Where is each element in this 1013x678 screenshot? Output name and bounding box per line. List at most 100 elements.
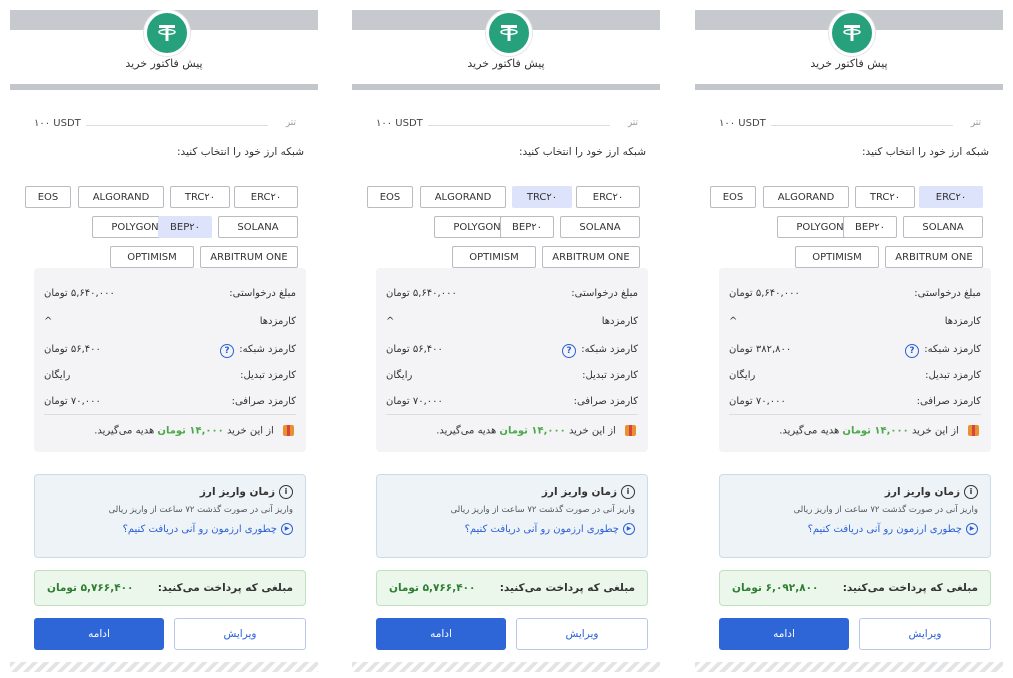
summary-box: مبلغ درخواستی: ۵,۶۴۰,۰۰۰ تومان کارمزدها …	[719, 268, 991, 452]
help-icon[interactable]: ?	[220, 344, 234, 358]
exchange-fee-value: ۷۰,۰۰۰ تومان	[729, 396, 786, 407]
divider	[386, 414, 638, 415]
tether-logo-icon	[829, 10, 875, 56]
info-body: واریز آنی در صورت گذشت ۷۲ ساعت از واریز …	[450, 505, 635, 515]
network-option[interactable]: ARBITRUM ONE	[200, 246, 298, 268]
network-option[interactable]: SOLANA	[218, 216, 298, 238]
fees-label: کارمزدها	[259, 316, 296, 327]
edit-button[interactable]: ویرایش	[516, 618, 648, 650]
divider	[771, 125, 953, 126]
network-option[interactable]: SOLANA	[560, 216, 640, 238]
divider	[428, 125, 610, 126]
conversion-fee-label: کارمزد تبدیل:	[925, 370, 981, 381]
gift-notice: از این خرید ۱۴,۰۰۰ تومان هدیه می‌گیرید.	[436, 425, 636, 437]
total-label: مبلغی که پرداخت می‌کنید:	[842, 582, 978, 594]
page-title: پیش فاکتور خرید	[467, 57, 545, 70]
network-option[interactable]: ARBITRUM ONE	[885, 246, 983, 268]
info-link-text: چطوری ارزمون رو آنی دریافت کنیم؟	[807, 524, 962, 535]
usdt-amount: ۱۰۰ USDT	[34, 118, 81, 129]
gift-amount: ۱۴,۰۰۰ تومان	[499, 425, 566, 437]
help-icon[interactable]: ?	[562, 344, 576, 358]
amount-row: ۱۰۰ USDT تتر	[34, 118, 296, 134]
network-option[interactable]: BEP۲۰	[500, 216, 554, 238]
network-option[interactable]: ERC۲۰	[919, 186, 983, 208]
network-option[interactable]: TRC۲۰	[512, 186, 572, 208]
info-icon: i	[964, 485, 978, 499]
currency-label: تتر	[970, 118, 981, 128]
header-divider	[10, 84, 318, 90]
tether-logo-icon	[486, 10, 532, 56]
info-link[interactable]: ▶ چطوری ارزمون رو آنی دریافت کنیم؟	[808, 523, 978, 535]
fees-label: کارمزدها	[601, 316, 638, 327]
network-option[interactable]: ERC۲۰	[234, 186, 298, 208]
info-icon: i	[279, 485, 293, 499]
gift-suffix: هدیه می‌گیرید.	[779, 425, 840, 437]
receipt-edge	[10, 662, 318, 672]
continue-button[interactable]: ادامه	[376, 618, 506, 650]
gift-notice: از این خرید ۱۴,۰۰۰ تومان هدیه می‌گیرید.	[779, 425, 979, 437]
network-option[interactable]: OPTIMISM	[452, 246, 536, 268]
currency-label: تتر	[627, 118, 638, 128]
requested-value: ۵,۶۴۰,۰۰۰ تومان	[729, 288, 800, 299]
info-link[interactable]: ▶ چطوری ارزمون رو آنی دریافت کنیم؟	[123, 523, 293, 535]
network-option[interactable]: EOS	[710, 186, 756, 208]
network-option[interactable]: ALGORAND	[763, 186, 849, 208]
network-fee-label: کارمزد شبکه:	[239, 344, 296, 355]
network-option[interactable]: OPTIMISM	[110, 246, 194, 268]
requested-label: مبلغ درخواستی:	[914, 288, 981, 299]
total-box: مبلغی که پرداخت می‌کنید: ۵,۷۶۶,۴۰۰ تومان	[34, 570, 306, 606]
continue-button[interactable]: ادامه	[34, 618, 164, 650]
exchange-fee-value: ۷۰,۰۰۰ تومان	[44, 396, 101, 407]
network-option[interactable]: TRC۲۰	[170, 186, 230, 208]
info-body: واریز آنی در صورت گذشت ۷۲ ساعت از واریز …	[108, 505, 293, 515]
conversion-fee-value: رایگان	[44, 370, 71, 381]
help-icon[interactable]: ?	[905, 344, 919, 358]
amount-row: ۱۰۰ USDT تتر	[376, 118, 638, 134]
gift-icon	[283, 425, 294, 436]
network-option[interactable]: ERC۲۰	[576, 186, 640, 208]
total-value: ۵,۷۶۶,۴۰۰ تومان	[389, 582, 476, 594]
deposit-time-info: i زمان واریز ارز واریز آنی در صورت گذشت ۷…	[719, 474, 991, 558]
network-option[interactable]: EOS	[367, 186, 413, 208]
invoice-panel: پیش فاکتور خرید ۱۰۰ USDT تتر شبکه ارز خو…	[352, 10, 660, 672]
continue-button[interactable]: ادامه	[719, 618, 849, 650]
network-option[interactable]: BEP۲۰	[158, 216, 212, 238]
fees-label: کارمزدها	[944, 316, 981, 327]
page-title: پیش فاکتور خرید	[810, 57, 888, 70]
divider	[44, 414, 296, 415]
play-icon: ▶	[281, 523, 293, 535]
network-fee-value: ۳۸۲,۸۰۰ تومان	[729, 344, 792, 355]
conversion-fee-label: کارمزد تبدیل:	[240, 370, 296, 381]
usdt-amount: ۱۰۰ USDT	[719, 118, 766, 129]
fees-collapse-icon[interactable]: ^	[386, 316, 394, 327]
invoice-panel: پیش فاکتور خرید ۱۰۰ USDT تتر شبکه ارز خو…	[10, 10, 318, 672]
network-option[interactable]: OPTIMISM	[795, 246, 879, 268]
gift-icon	[625, 425, 636, 436]
exchange-fee-value: ۷۰,۰۰۰ تومان	[386, 396, 443, 407]
network-option[interactable]: EOS	[25, 186, 71, 208]
network-option[interactable]: TRC۲۰	[855, 186, 915, 208]
currency-label: تتر	[285, 118, 296, 128]
gift-icon	[968, 425, 979, 436]
network-option[interactable]: BEP۲۰	[843, 216, 897, 238]
page-title: پیش فاکتور خرید	[125, 57, 203, 70]
network-option[interactable]: ALGORAND	[420, 186, 506, 208]
edit-button[interactable]: ویرایش	[859, 618, 991, 650]
network-option[interactable]: ALGORAND	[78, 186, 164, 208]
total-value: ۶,۰۹۲,۸۰۰ تومان	[732, 582, 819, 594]
fees-collapse-icon[interactable]: ^	[729, 316, 737, 327]
network-option[interactable]: SOLANA	[903, 216, 983, 238]
edit-button[interactable]: ویرایش	[174, 618, 306, 650]
fees-collapse-icon[interactable]: ^	[44, 316, 52, 327]
network-fee-value: ۵۶,۴۰۰ تومان	[44, 344, 101, 355]
play-icon: ▶	[623, 523, 635, 535]
info-link[interactable]: ▶ چطوری ارزمون رو آنی دریافت کنیم؟	[465, 523, 635, 535]
requested-value: ۵,۶۴۰,۰۰۰ تومان	[386, 288, 457, 299]
receipt-edge	[695, 662, 1003, 672]
play-icon: ▶	[966, 523, 978, 535]
invoice-panel: پیش فاکتور خرید ۱۰۰ USDT تتر شبکه ارز خو…	[695, 10, 1003, 672]
divider	[729, 414, 981, 415]
network-option[interactable]: ARBITRUM ONE	[542, 246, 640, 268]
gift-prefix: از این خرید	[226, 425, 274, 437]
total-box: مبلغی که پرداخت می‌کنید: ۶,۰۹۲,۸۰۰ تومان	[719, 570, 991, 606]
